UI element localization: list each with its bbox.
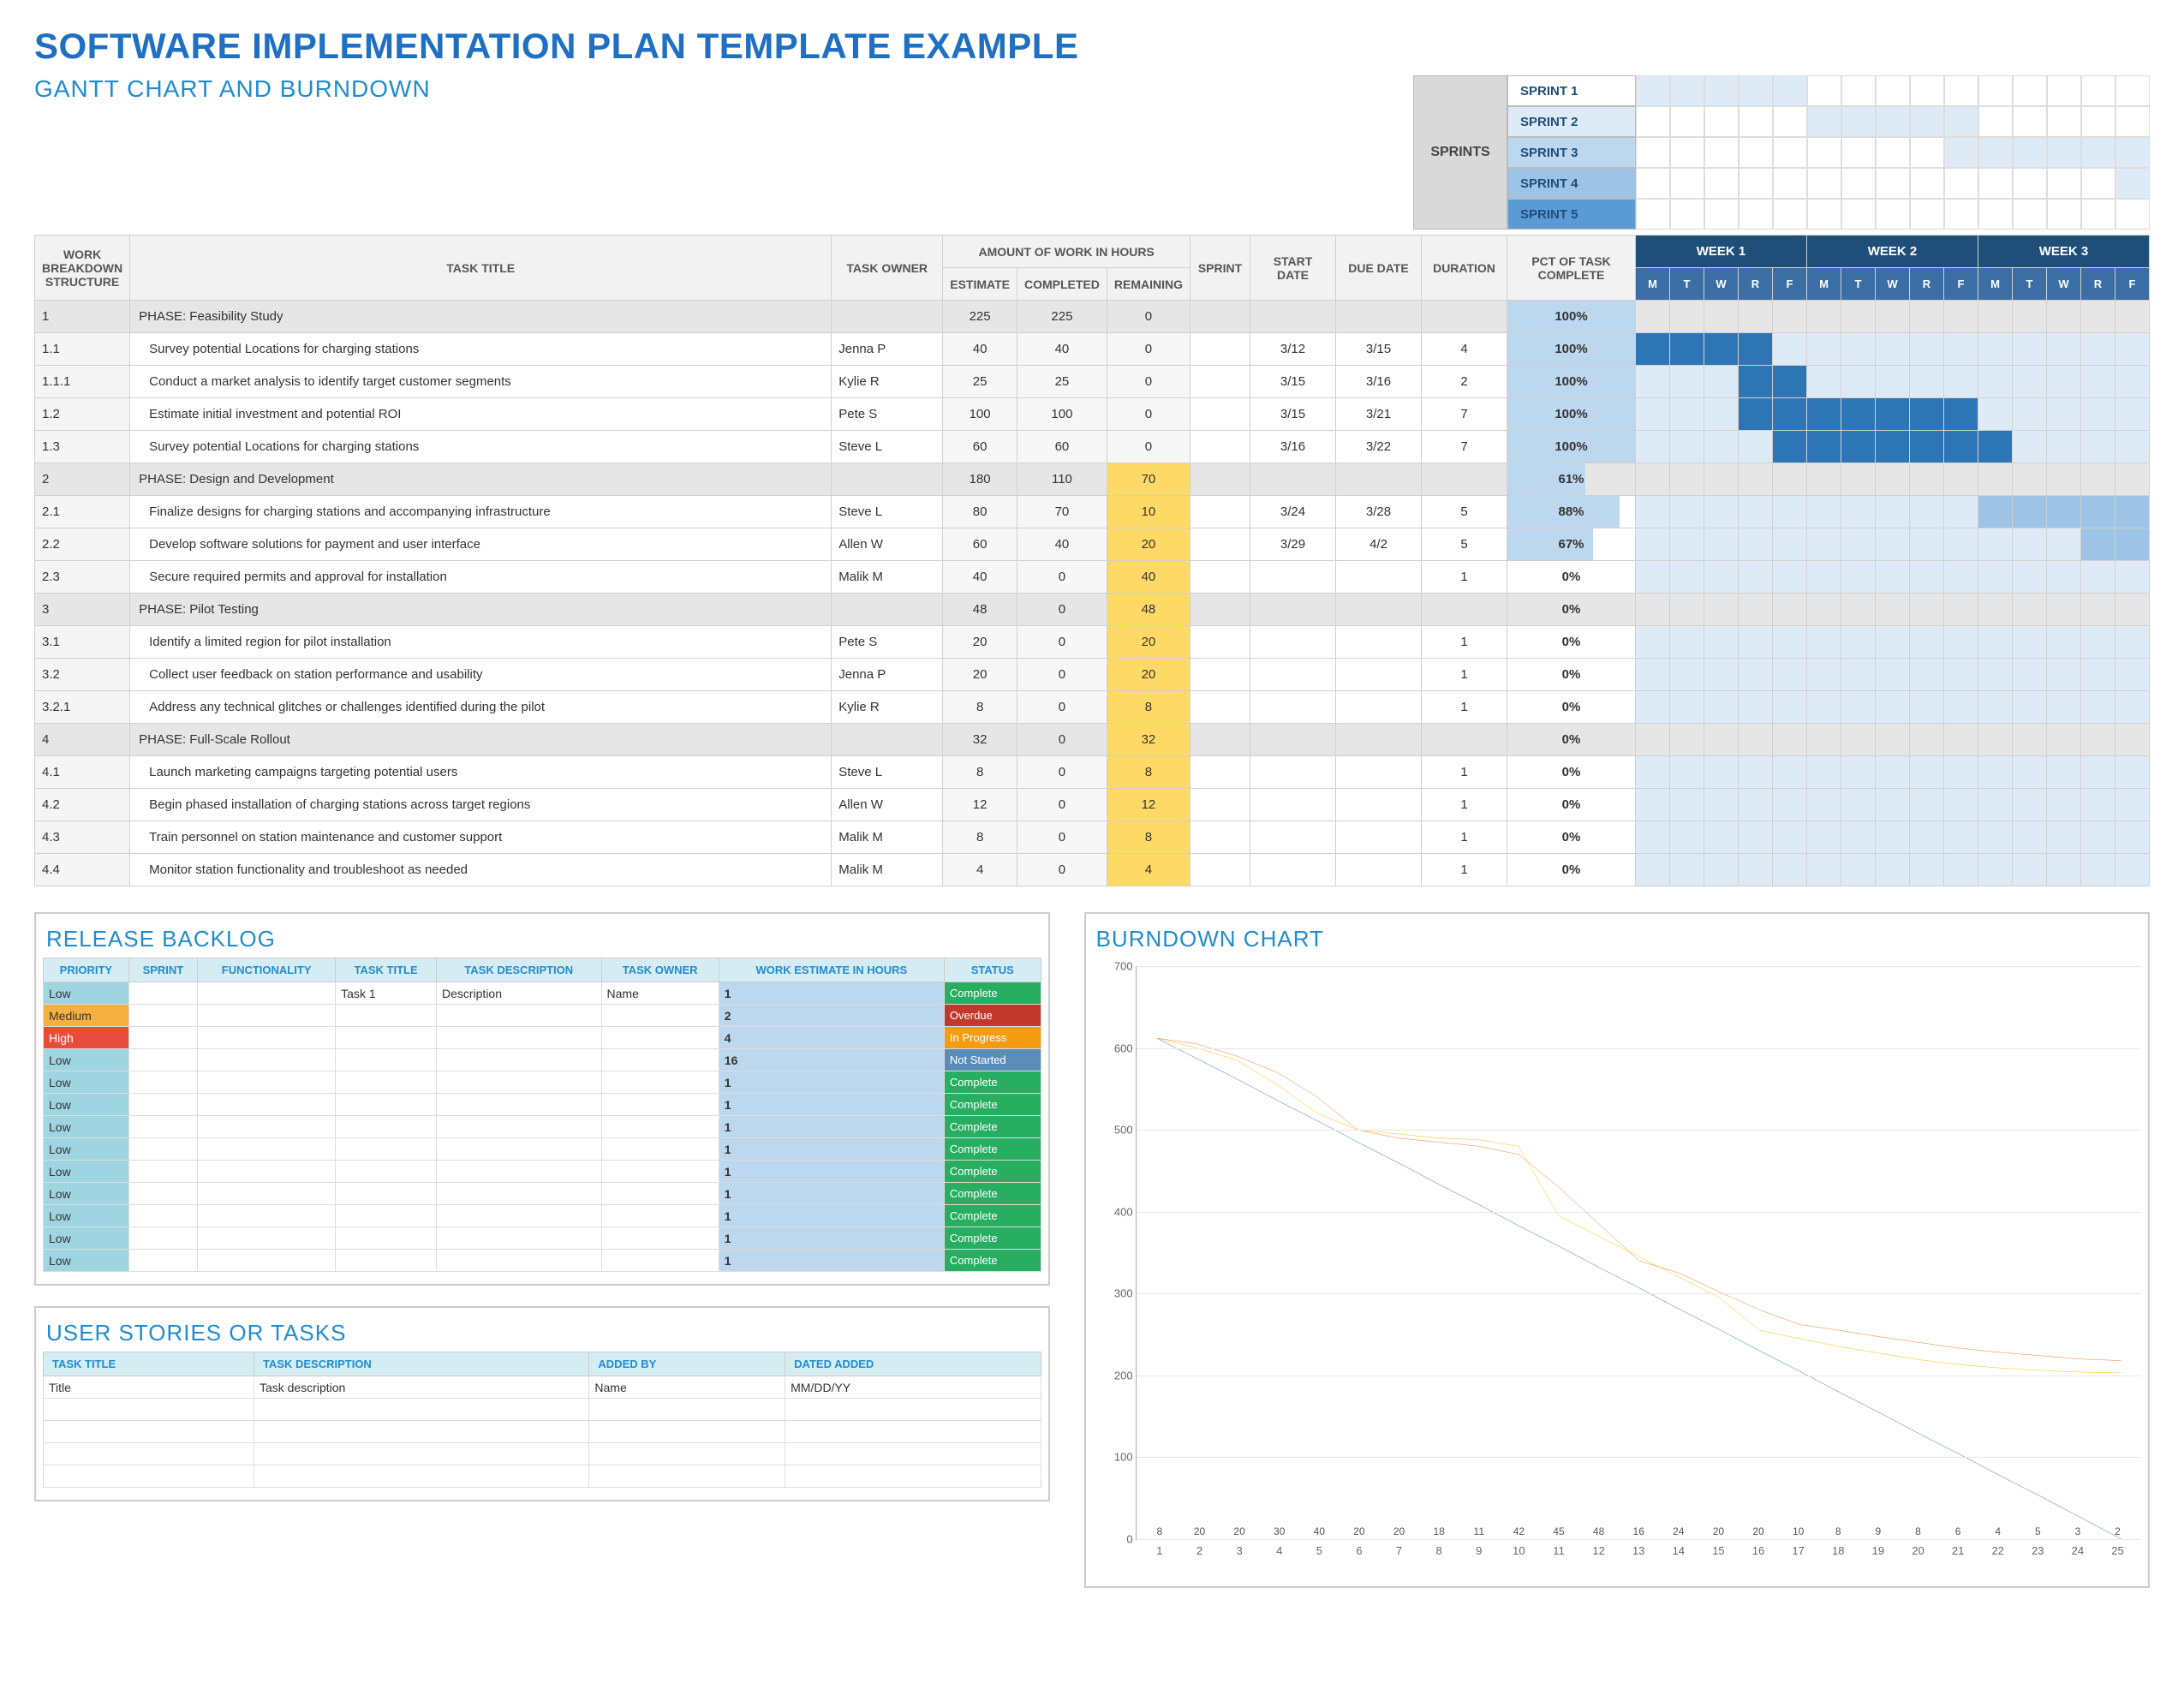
gantt-row: 4PHASE: Full-Scale Rollout320320% <box>35 724 2150 756</box>
sprint-name: SPRINT 4 <box>1507 168 1636 199</box>
page-title: SOFTWARE IMPLEMENTATION PLAN TEMPLATE EX… <box>34 26 2167 67</box>
backlog-row: Low1Complete <box>44 1183 1041 1205</box>
gantt-row: 1.3Survey potential Locations for chargi… <box>35 431 2150 463</box>
sprint-name: SPRINT 2 <box>1507 106 1636 137</box>
user-story-row <box>44 1421 1041 1443</box>
backlog-row: Medium2Overdue <box>44 1005 1041 1027</box>
user-story-row <box>44 1465 1041 1488</box>
sprint-name: SPRINT 5 <box>1507 199 1636 230</box>
user-story-row <box>44 1443 1041 1465</box>
gantt-table: WORK BREAKDOWN STRUCTURETASK TITLETASK O… <box>34 235 2150 886</box>
user-stories-panel: USER STORIES OR TASKS TASK TITLETASK DES… <box>34 1306 1050 1501</box>
gantt-row: 4.1Launch marketing campaigns targeting … <box>35 756 2150 789</box>
backlog-row: Low1Complete <box>44 1138 1041 1161</box>
gantt-row: 1.2Estimate initial investment and poten… <box>35 398 2150 431</box>
gantt-row: 1.1.1Conduct a market analysis to identi… <box>35 366 2150 398</box>
gantt-row: 4.4Monitor station functionality and tro… <box>35 854 2150 886</box>
backlog-row: Low1Complete <box>44 1071 1041 1094</box>
sprint-name: SPRINT 1 <box>1507 75 1636 106</box>
backlog-row: Low16Not Started <box>44 1049 1041 1071</box>
sprint-header-block: SPRINTS SPRINT 1SPRINT 2SPRINT 3SPRINT 4… <box>1413 75 2150 230</box>
burndown-title: BURNDOWN CHART <box>1096 926 2141 952</box>
gantt-row: 3.2.1Address any technical glitches or c… <box>35 691 2150 724</box>
gantt-row: 1PHASE: Feasibility Study2252250100% <box>35 301 2150 333</box>
user-story-row: TitleTask descriptionNameMM/DD/YY <box>44 1376 1041 1399</box>
gantt-row: 4.3Train personnel on station maintenanc… <box>35 821 2150 854</box>
backlog-row: Low1Complete <box>44 1161 1041 1183</box>
backlog-row: Low1Complete <box>44 1094 1041 1116</box>
backlog-table: PRIORITYSPRINTFUNCTIONALITYTASK TITLETAS… <box>43 958 1041 1272</box>
gantt-row: 1.1Survey potential Locations for chargi… <box>35 333 2150 366</box>
gantt-row: 3.2Collect user feedback on station perf… <box>35 659 2150 691</box>
backlog-row: Low1Complete <box>44 1205 1041 1227</box>
sprints-label: SPRINTS <box>1413 75 1507 230</box>
user-stories-table: TASK TITLETASK DESCRIPTIONADDED BYDATED … <box>43 1352 1041 1488</box>
user-story-row <box>44 1399 1041 1421</box>
gantt-row: 2.3Secure required permits and approval … <box>35 561 2150 594</box>
backlog-row: Low1Complete <box>44 1227 1041 1250</box>
gantt-row: 2.1Finalize designs for charging station… <box>35 496 2150 528</box>
gantt-row: 2PHASE: Design and Development1801107061… <box>35 463 2150 496</box>
gantt-section-title: GANTT CHART AND BURNDOWN <box>34 75 431 103</box>
backlog-row: Low1Complete <box>44 1116 1041 1138</box>
sprint-name: SPRINT 3 <box>1507 137 1636 168</box>
gantt-row: 3.1Identify a limited region for pilot i… <box>35 626 2150 659</box>
burndown-panel: BURNDOWN CHART 8120220330440520620718811… <box>1084 912 2150 1588</box>
gantt-row: 4.2Begin phased installation of charging… <box>35 789 2150 821</box>
gantt-row: 2.2Develop software solutions for paymen… <box>35 528 2150 561</box>
release-backlog-panel: RELEASE BACKLOG PRIORITYSPRINTFUNCTIONAL… <box>34 912 1050 1286</box>
burndown-chart: 8120220330440520620718811942104511481216… <box>1136 966 2141 1540</box>
backlog-row: Low1Complete <box>44 1250 1041 1272</box>
backlog-row: LowTask 1DescriptionName1Complete <box>44 982 1041 1005</box>
backlog-row: High4In Progress <box>44 1027 1041 1049</box>
backlog-title: RELEASE BACKLOG <box>46 926 1041 952</box>
gantt-row: 3PHASE: Pilot Testing480480% <box>35 594 2150 626</box>
user-stories-title: USER STORIES OR TASKS <box>46 1320 1041 1346</box>
